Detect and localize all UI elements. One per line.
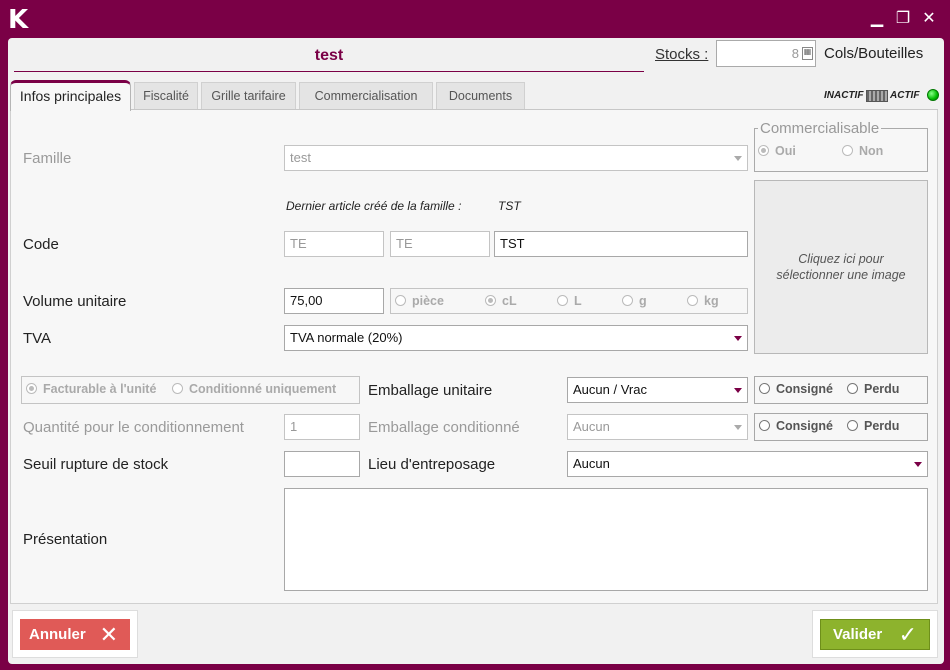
emb-pack-label: Emballage conditionné	[368, 419, 520, 436]
emb-pack-consigne-radio[interactable]: Consigné	[759, 419, 833, 433]
radio-icon	[842, 145, 853, 156]
tab-fiscalite[interactable]: Fiscalité	[134, 82, 198, 109]
chevron-down-icon	[734, 336, 742, 341]
radio-icon	[847, 383, 858, 394]
code-part3-input[interactable]: TST	[494, 231, 748, 257]
record-name: test	[14, 46, 644, 72]
emb-pack-radio-group: Consigné Perdu	[754, 413, 928, 441]
famille-value: test	[290, 150, 311, 165]
presentation-textarea[interactable]	[284, 488, 928, 591]
radio-icon	[26, 383, 37, 394]
active-label: ACTIF	[890, 90, 920, 101]
unit-cl-radio[interactable]: cL	[485, 294, 517, 308]
lieu-label: Lieu d'entreposage	[368, 456, 496, 473]
cancel-button[interactable]: Annuler ✕	[20, 619, 130, 650]
app-logo: K	[8, 5, 29, 35]
emb-unit-perdu-radio[interactable]: Perdu	[847, 382, 899, 396]
billing-unit-radio[interactable]: Facturable à l'unité	[26, 382, 156, 396]
famille-label: Famille	[23, 150, 72, 167]
chevron-down-icon	[734, 156, 742, 161]
radio-icon	[622, 295, 633, 306]
stocks-input: 8	[716, 40, 816, 67]
inactive-label: INACTIF	[824, 90, 864, 101]
radio-icon	[758, 145, 769, 156]
status-led-icon	[927, 89, 939, 101]
stocks-unit: Cols/Bouteilles	[824, 45, 924, 62]
commercialisable-legend: Commercialisable	[758, 120, 882, 137]
radio-icon	[847, 420, 858, 431]
unit-radio-group: pièce cL L g kg	[390, 288, 748, 314]
radio-icon	[557, 295, 568, 306]
code-part2-input[interactable]: TE	[390, 231, 490, 257]
tab-divider	[10, 109, 938, 110]
emb-pack-select[interactable]: Aucun	[567, 414, 748, 440]
emb-unit-consigne-radio[interactable]: Consigné	[759, 382, 833, 396]
minimize-icon[interactable]: ▁	[866, 8, 888, 30]
cancel-button-label: Annuler	[29, 626, 86, 643]
radio-icon	[172, 383, 183, 394]
close-icon: ✕	[99, 622, 118, 647]
presentation-label: Présentation	[23, 531, 108, 548]
emb-unit-value: Aucun / Vrac	[573, 382, 647, 397]
maximize-icon[interactable]: ❐	[892, 8, 914, 30]
tab-documents[interactable]: Documents	[436, 82, 525, 109]
tva-value: TVA normale (20%)	[290, 330, 403, 345]
emb-unit-label: Emballage unitaire	[368, 382, 493, 399]
last-article-value: TST	[498, 199, 521, 213]
emb-pack-value: Aucun	[573, 419, 610, 434]
last-article-label: Dernier article créé de la famille :	[286, 199, 462, 213]
seuil-label: Seuil rupture de stock	[23, 456, 169, 473]
code-label: Code	[23, 236, 59, 253]
lieu-value: Aucun	[573, 456, 610, 471]
image-hint-line2: sélectionner une image	[776, 268, 906, 282]
stocks-link[interactable]: Stocks :	[655, 46, 708, 63]
radio-icon	[687, 295, 698, 306]
famille-select[interactable]: test	[284, 145, 748, 171]
unit-g-radio[interactable]: g	[622, 294, 647, 308]
tab-commercialisation[interactable]: Commercialisation	[299, 82, 433, 109]
unit-kg-radio[interactable]: kg	[687, 294, 719, 308]
code-part1-input[interactable]: TE	[284, 231, 384, 257]
check-icon: ✓	[898, 622, 917, 647]
commercialisable-non-radio[interactable]: Non	[842, 144, 883, 158]
validate-button-label: Valider	[833, 626, 883, 643]
lieu-select[interactable]: Aucun	[567, 451, 928, 477]
emb-unit-select[interactable]: Aucun / Vrac	[567, 377, 748, 403]
chevron-down-icon	[734, 388, 742, 393]
billing-mode-group: Facturable à l'unité Conditionné uniquem…	[21, 376, 360, 404]
radio-icon	[759, 383, 770, 394]
unit-piece-radio[interactable]: pièce	[395, 294, 444, 308]
chevron-down-icon	[734, 425, 742, 430]
unit-l-radio[interactable]: L	[557, 294, 582, 308]
image-hint-line1: Cliquez ici pour	[798, 252, 884, 266]
radio-icon	[395, 295, 406, 306]
commercialisable-oui-radio[interactable]: Oui	[758, 144, 796, 158]
radio-icon	[759, 420, 770, 431]
validate-button[interactable]: Valider ✓	[820, 619, 930, 650]
emb-unit-radio-group: Consigné Perdu	[754, 376, 928, 404]
active-toggle[interactable]	[866, 90, 888, 102]
tab-infos-principales[interactable]: Infos principales	[10, 80, 131, 111]
emb-pack-perdu-radio[interactable]: Perdu	[847, 419, 899, 433]
close-icon[interactable]: ✕	[918, 8, 940, 30]
calculator-icon[interactable]: ▦	[802, 47, 813, 60]
volume-label: Volume unitaire	[23, 293, 127, 310]
volume-input[interactable]: 75,00	[284, 288, 384, 314]
image-picker[interactable]: Cliquez ici pour sélectionner une image	[754, 180, 928, 354]
seuil-input[interactable]	[284, 451, 360, 477]
tva-label: TVA	[23, 330, 52, 347]
qty-pack-input[interactable]: 1	[284, 414, 360, 440]
billing-pack-radio[interactable]: Conditionné uniquement	[172, 382, 336, 396]
radio-icon	[485, 295, 496, 306]
chevron-down-icon	[914, 462, 922, 467]
tva-select[interactable]: TVA normale (20%)	[284, 325, 748, 351]
tab-grille-tarifaire[interactable]: Grille tarifaire	[201, 82, 296, 109]
qty-pack-label: Quantité pour le conditionnement	[23, 419, 244, 436]
